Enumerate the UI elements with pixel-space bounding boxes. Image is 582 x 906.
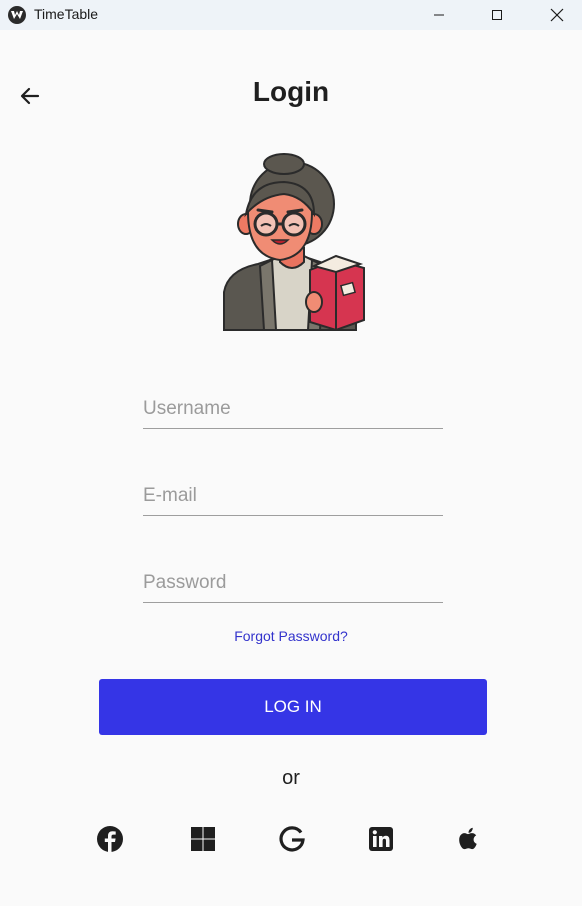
app-logo-icon [8, 6, 26, 24]
or-divider-label: or [282, 767, 300, 789]
email-input[interactable] [143, 476, 443, 515]
forgot-password-link[interactable]: Forgot Password? [0, 628, 582, 644]
window-title: TimeTable [34, 6, 99, 22]
minimize-icon [434, 14, 444, 16]
google-icon [279, 826, 305, 852]
username-input[interactable] [143, 389, 443, 428]
email-field[interactable] [143, 476, 443, 516]
maximize-icon [492, 10, 502, 20]
password-input[interactable] [143, 563, 443, 602]
windows-icon [191, 827, 215, 851]
maximize-button[interactable] [474, 0, 520, 30]
teacher-avatar [218, 152, 366, 332]
close-button[interactable] [534, 0, 580, 30]
google-login-button[interactable] [278, 825, 306, 853]
page-title: Login [252, 76, 330, 107]
password-field[interactable] [143, 563, 443, 603]
apple-login-button[interactable] [455, 825, 483, 853]
username-field[interactable] [143, 389, 443, 429]
microsoft-login-button[interactable] [189, 825, 217, 853]
facebook-login-button[interactable] [96, 825, 124, 853]
window-titlebar: TimeTable [0, 0, 582, 30]
close-icon [550, 8, 564, 22]
facebook-icon [97, 826, 123, 852]
login-button[interactable]: LOG IN [99, 679, 487, 735]
linkedin-login-button[interactable] [367, 825, 395, 853]
linkedin-icon [369, 827, 393, 851]
apple-icon [459, 827, 477, 850]
minimize-button[interactable] [416, 0, 462, 30]
